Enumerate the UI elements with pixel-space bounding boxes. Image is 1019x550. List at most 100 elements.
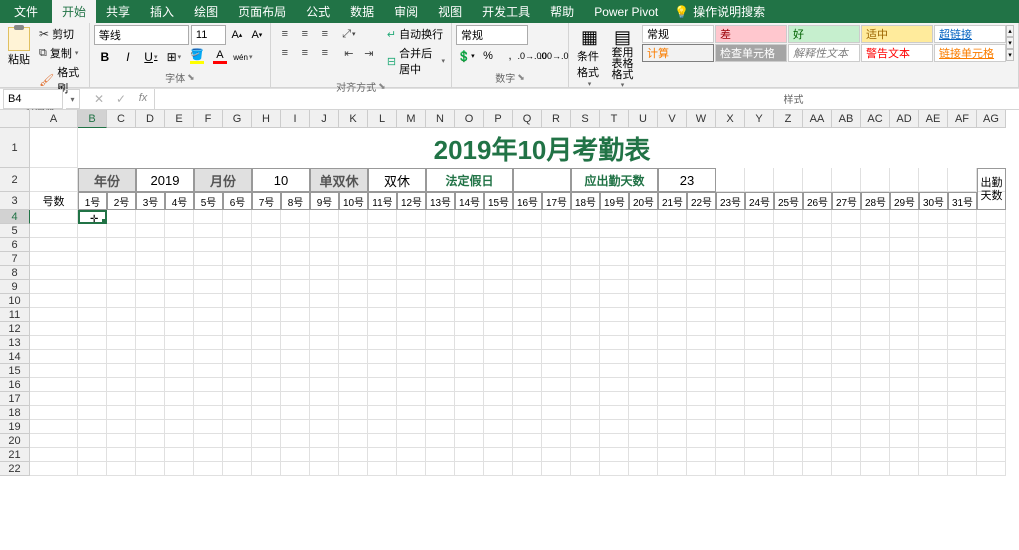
cell-R22[interactable] — [542, 462, 571, 476]
cell-AB11[interactable] — [832, 308, 861, 322]
holiday-value[interactable] — [513, 168, 571, 192]
cell-D20[interactable] — [136, 434, 165, 448]
cell-Z7[interactable] — [774, 252, 803, 266]
fill-handle[interactable] — [102, 219, 107, 224]
cell-O14[interactable] — [455, 350, 484, 364]
cell-AA12[interactable] — [803, 322, 832, 336]
day-26[interactable]: 26号 — [803, 192, 832, 210]
cell-AF8[interactable] — [948, 266, 977, 280]
cell-AB22[interactable] — [832, 462, 861, 476]
cell-I10[interactable] — [281, 294, 310, 308]
cell-X9[interactable] — [716, 280, 745, 294]
cell-Q22[interactable] — [513, 462, 542, 476]
cell-P10[interactable] — [484, 294, 513, 308]
cell-Q11[interactable] — [513, 308, 542, 322]
cell-AE2[interactable] — [919, 168, 948, 192]
cell-S22[interactable] — [571, 462, 600, 476]
cell-O18[interactable] — [455, 406, 484, 420]
cell-T19[interactable] — [600, 420, 629, 434]
cell-X22[interactable] — [716, 462, 745, 476]
cell-D13[interactable] — [136, 336, 165, 350]
cell-B13[interactable] — [78, 336, 107, 350]
column-header-K[interactable]: K — [339, 110, 368, 128]
column-header-G[interactable]: G — [223, 110, 252, 128]
cell-A14[interactable] — [30, 350, 78, 364]
cell-AE19[interactable] — [919, 420, 948, 434]
cell-M21[interactable] — [397, 448, 426, 462]
cell-AG18[interactable] — [977, 406, 1006, 420]
cell-W5[interactable] — [687, 224, 716, 238]
column-header-T[interactable]: T — [600, 110, 629, 128]
cell-Z13[interactable] — [774, 336, 803, 350]
name-box[interactable]: B4 — [3, 89, 63, 109]
day-20[interactable]: 20号 — [629, 192, 658, 210]
cell-V13[interactable] — [658, 336, 687, 350]
cell-N11[interactable] — [426, 308, 455, 322]
day-14[interactable]: 14号 — [455, 192, 484, 210]
cell-AD17[interactable] — [890, 392, 919, 406]
cell-W20[interactable] — [687, 434, 716, 448]
cell-AD16[interactable] — [890, 378, 919, 392]
cell-AE9[interactable] — [919, 280, 948, 294]
bold-button[interactable]: B — [94, 47, 116, 67]
copy-button[interactable]: ⧉复制▾ — [37, 44, 85, 62]
column-header-D[interactable]: D — [136, 110, 165, 128]
font-name-select[interactable]: 等线 — [94, 25, 189, 45]
cell-AD4[interactable] — [890, 210, 919, 224]
cell-I13[interactable] — [281, 336, 310, 350]
cut-button[interactable]: ✂剪切 — [37, 25, 85, 43]
cell-S4[interactable] — [571, 210, 600, 224]
cell-L12[interactable] — [368, 322, 397, 336]
cell-H11[interactable] — [252, 308, 281, 322]
cell-H18[interactable] — [252, 406, 281, 420]
cell-AB7[interactable] — [832, 252, 861, 266]
cell-AB9[interactable] — [832, 280, 861, 294]
cell-V20[interactable] — [658, 434, 687, 448]
cell-F21[interactable] — [194, 448, 223, 462]
row-header-22[interactable]: 22 — [0, 462, 30, 476]
cell-V18[interactable] — [658, 406, 687, 420]
cell-G15[interactable] — [223, 364, 252, 378]
year-value[interactable]: 2019 — [136, 168, 194, 192]
cell-T22[interactable] — [600, 462, 629, 476]
cell-T8[interactable] — [600, 266, 629, 280]
row-header-2[interactable]: 2 — [0, 168, 30, 192]
cell-J16[interactable] — [310, 378, 339, 392]
cell-W6[interactable] — [687, 238, 716, 252]
cell-N8[interactable] — [426, 266, 455, 280]
cell-Z14[interactable] — [774, 350, 803, 364]
cell-M17[interactable] — [397, 392, 426, 406]
cell-U15[interactable] — [629, 364, 658, 378]
cell-L10[interactable] — [368, 294, 397, 308]
cell-S16[interactable] — [571, 378, 600, 392]
cell-T15[interactable] — [600, 364, 629, 378]
border-button[interactable]: ⊞▾ — [163, 47, 185, 67]
cell-M16[interactable] — [397, 378, 426, 392]
cell-U10[interactable] — [629, 294, 658, 308]
column-header-V[interactable]: V — [658, 110, 687, 128]
cell-AE5[interactable] — [919, 224, 948, 238]
cell-C6[interactable] — [107, 238, 136, 252]
day-12[interactable]: 12号 — [397, 192, 426, 210]
cell-U11[interactable] — [629, 308, 658, 322]
cell-L8[interactable] — [368, 266, 397, 280]
cell-M6[interactable] — [397, 238, 426, 252]
cell-AF6[interactable] — [948, 238, 977, 252]
cell-Y2[interactable] — [745, 168, 774, 192]
cell-W7[interactable] — [687, 252, 716, 266]
column-header-J[interactable]: J — [310, 110, 339, 128]
cell-L22[interactable] — [368, 462, 397, 476]
cell-AE4[interactable] — [919, 210, 948, 224]
cell-E10[interactable] — [165, 294, 194, 308]
cell-AC18[interactable] — [861, 406, 890, 420]
cell-R20[interactable] — [542, 434, 571, 448]
cell-N22[interactable] — [426, 462, 455, 476]
cell-AF20[interactable] — [948, 434, 977, 448]
cell-I14[interactable] — [281, 350, 310, 364]
cell-B15[interactable] — [78, 364, 107, 378]
cell-AC16[interactable] — [861, 378, 890, 392]
cell-R11[interactable] — [542, 308, 571, 322]
cell-H10[interactable] — [252, 294, 281, 308]
cell-AA20[interactable] — [803, 434, 832, 448]
cell-X17[interactable] — [716, 392, 745, 406]
